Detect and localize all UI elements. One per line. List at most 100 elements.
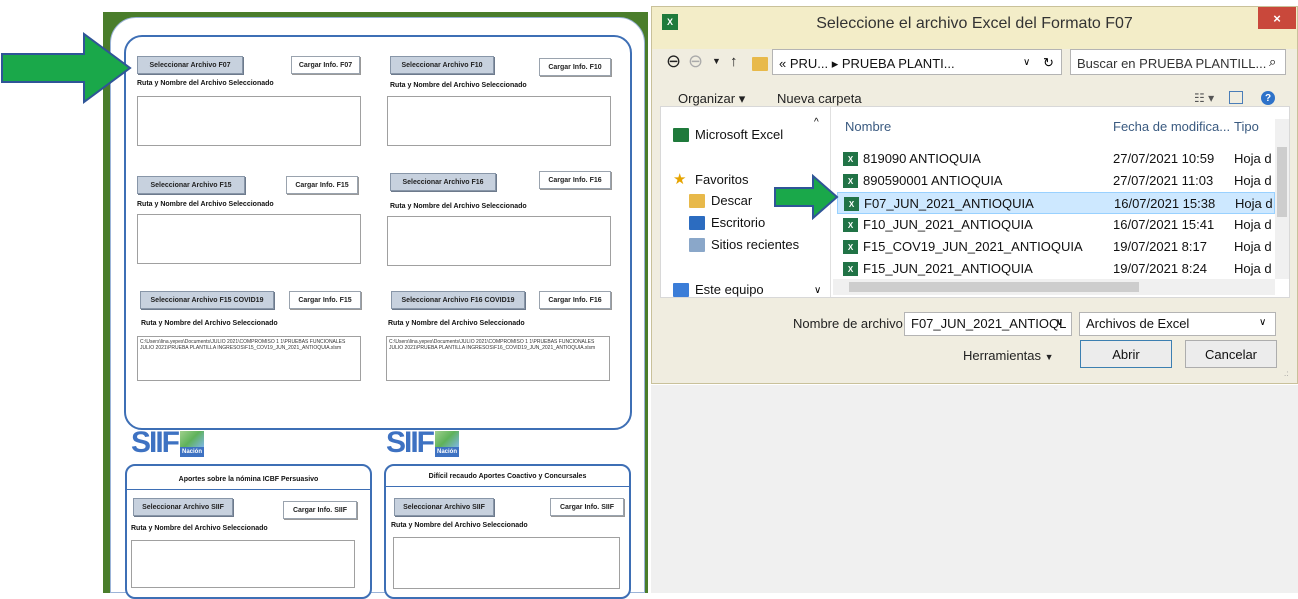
siif-nacion-text: Nación bbox=[180, 447, 205, 457]
load-f16-button[interactable]: Cargar Info. F16 bbox=[539, 171, 611, 189]
path-box-f16-covid: C:\Users\lina.yepes\Documents\JULIO 2021… bbox=[386, 336, 610, 381]
select-f15-button[interactable]: Seleccionar Archivo F15 bbox=[137, 176, 245, 194]
load-siif-icbf-button[interactable]: Cargar Info. SIIF bbox=[283, 501, 357, 519]
tools-label: Herramientas bbox=[963, 348, 1042, 363]
file-date: 19/07/2021 8:17 bbox=[1113, 239, 1207, 254]
file-row[interactable]: X 890590001 ANTIOQUIA 27/07/2021 11:03 Hoja… bbox=[837, 170, 1275, 192]
workspace-background bbox=[651, 385, 1298, 593]
load-f07-button[interactable]: Cargar Info. F07 bbox=[291, 56, 360, 74]
view-options-icon[interactable]: ☷ ▾ bbox=[1194, 91, 1214, 105]
load-siif-coactivo-button[interactable]: Cargar Info. SIIF bbox=[550, 498, 624, 516]
star-icon: ★ bbox=[673, 170, 687, 188]
file-browser: Microsoft Excel ★ Favoritos Descar Escrit… bbox=[660, 106, 1290, 298]
resize-grip-icon[interactable]: .: bbox=[1284, 369, 1288, 378]
coactivo-title-divider bbox=[386, 486, 629, 487]
forward-icon[interactable]: ⊖ bbox=[688, 51, 703, 72]
dialog-title: Seleccione el archivo Excel del Formato … bbox=[816, 15, 1133, 32]
nav-label: Favoritos bbox=[695, 172, 749, 187]
nav-label: Este equipo bbox=[695, 282, 764, 297]
filename-dropdown-icon[interactable]: ∨ bbox=[1056, 317, 1063, 328]
filter-dropdown-icon[interactable]: ∨ bbox=[1259, 317, 1266, 328]
siif-logo-right: SIIF Nación bbox=[386, 426, 460, 459]
siif-emblem-icon: Nación bbox=[180, 431, 205, 457]
vertical-scrollbar[interactable] bbox=[1275, 119, 1289, 279]
search-input[interactable]: Buscar en PRUEBA PLANTILL... bbox=[1077, 56, 1266, 71]
nav-scroll-up-icon[interactable]: ^ bbox=[814, 117, 819, 128]
coactivo-section-title: Difícil recaudo Aportes Coactivo y Concu… bbox=[428, 473, 587, 480]
column-header-name[interactable]: Nombre bbox=[845, 119, 891, 134]
path-label-f10: Ruta y Nombre del Archivo Seleccionado bbox=[390, 82, 527, 89]
file-row-selected[interactable]: X F07_JUN_2021_ANTIOQUIA 16/07/2021 15:38 H… bbox=[837, 192, 1275, 214]
address-dropdown-icon[interactable]: ∨ bbox=[1023, 57, 1030, 68]
select-f10-button[interactable]: Seleccionar Archivo F10 bbox=[390, 56, 494, 74]
address-bar[interactable]: « PRU... ▸ PRUEBA PLANTI... ∨ ↻ bbox=[772, 49, 1062, 75]
close-button[interactable]: × bbox=[1258, 7, 1296, 29]
path-box-f15-covid: C:\Users\lina.yepes\Documents\JULIO 2021… bbox=[137, 336, 361, 381]
history-dropdown-icon[interactable]: ▼ bbox=[712, 56, 721, 66]
siif-emblem-icon: Nación bbox=[435, 431, 460, 457]
computer-icon bbox=[673, 282, 689, 297]
nav-item-sitios-recientes[interactable]: Sitios recientes bbox=[689, 237, 799, 252]
icbf-section-title: Aportes sobre la nómina ICBF Persuasivo bbox=[178, 476, 319, 483]
file-row[interactable]: X F15_COV19_JUN_2021_ANTIOQUIA 19/07/2021 … bbox=[837, 236, 1275, 258]
path-box-f15 bbox=[137, 214, 361, 264]
file-type: Hoja d bbox=[1234, 261, 1272, 276]
file-row[interactable]: X F15_JUN_2021_ANTIOQUIA 19/07/2021 8:24 Ho… bbox=[837, 258, 1275, 280]
select-f16-button[interactable]: Seleccionar Archivo F16 bbox=[390, 173, 496, 191]
filename-label: Nombre de archivo: bbox=[793, 316, 907, 331]
organize-menu[interactable]: Organizar ▾ bbox=[678, 91, 745, 107]
load-f16-covid-button[interactable]: Cargar Info. F16 bbox=[539, 291, 611, 309]
load-f15-covid-button[interactable]: Cargar Info. F15 bbox=[289, 291, 361, 309]
nav-item-descargas[interactable]: Descar bbox=[689, 193, 752, 208]
up-arrow-icon[interactable]: ↑ bbox=[730, 53, 738, 70]
siif-brand-text: SIIF bbox=[386, 426, 435, 459]
column-header-type[interactable]: Tipo bbox=[1234, 119, 1259, 134]
siif-nacion-text: Nación bbox=[435, 447, 460, 457]
select-f15-covid-button[interactable]: Seleccionar Archivo F15 COVID19 bbox=[140, 291, 274, 309]
nav-scroll-down-icon[interactable]: ∨ bbox=[814, 285, 821, 296]
file-name: 819090 ANTIOQUIA bbox=[863, 151, 981, 166]
cancel-button[interactable]: Cancelar bbox=[1185, 340, 1277, 368]
nav-item-microsoft-excel[interactable]: Microsoft Excel bbox=[673, 127, 783, 142]
file-name: F15_JUN_2021_ANTIOQUIA bbox=[863, 261, 1033, 276]
icbf-title-divider bbox=[127, 489, 370, 490]
chevron-down-icon: ▼ bbox=[1044, 352, 1054, 362]
load-f10-button[interactable]: Cargar Info. F10 bbox=[539, 58, 611, 76]
nav-item-este-equipo[interactable]: Este equipo bbox=[673, 282, 764, 297]
excel-macro-file-icon: X bbox=[843, 218, 858, 232]
file-date: 27/07/2021 11:03 bbox=[1113, 173, 1214, 188]
file-row[interactable]: X F10_JUN_2021_ANTIOQUIA 16/07/2021 15:41 H… bbox=[837, 214, 1275, 236]
open-button[interactable]: Abrir bbox=[1080, 340, 1172, 368]
select-f16-covid-button[interactable]: Seleccionar Archivo F16 COVID19 bbox=[391, 291, 525, 309]
siif-logo-left: SIIF Nación bbox=[131, 428, 205, 458]
path-label-coactivo: Ruta y Nombre del Archivo Seleccionado bbox=[391, 522, 528, 529]
nav-item-favoritos[interactable]: ★ Favoritos bbox=[673, 170, 749, 188]
column-header-date[interactable]: Fecha de modifica... bbox=[1113, 119, 1230, 134]
path-label-f07: Ruta y Nombre del Archivo Seleccionado bbox=[137, 80, 274, 87]
search-box[interactable]: Buscar en PRUEBA PLANTILL... ⌕ bbox=[1070, 49, 1286, 75]
new-folder-button[interactable]: Nueva carpeta bbox=[777, 91, 862, 106]
tools-menu[interactable]: Herramientas ▼ bbox=[963, 348, 1054, 363]
path-box-icbf bbox=[131, 540, 355, 588]
path-label-f16-covid: Ruta y Nombre del Archivo Seleccionado bbox=[388, 320, 525, 327]
file-row[interactable]: X 819090 ANTIOQUIA 27/07/2021 10:59 Hoja d bbox=[837, 148, 1275, 170]
help-icon[interactable]: ? bbox=[1261, 91, 1275, 105]
load-f15-button[interactable]: Cargar Info. F15 bbox=[286, 176, 358, 194]
excel-macro-file-icon: X bbox=[843, 262, 858, 276]
file-name: F15_COV19_JUN_2021_ANTIOQUIA bbox=[863, 239, 1083, 254]
select-f07-button[interactable]: Seleccionar Archivo F07 bbox=[137, 56, 243, 74]
select-siif-icbf-button[interactable]: Seleccionar Archivo SIIF bbox=[133, 498, 233, 516]
preview-pane-icon[interactable] bbox=[1229, 91, 1243, 104]
excel-macro-file-icon: X bbox=[844, 197, 859, 211]
nav-item-escritorio[interactable]: Escritorio bbox=[689, 215, 765, 230]
breadcrumb[interactable]: « PRU... ▸ PRUEBA PLANTI... bbox=[779, 56, 955, 72]
refresh-icon[interactable]: ↻ bbox=[1043, 55, 1054, 71]
path-box-f16 bbox=[387, 216, 611, 266]
downloads-icon bbox=[689, 193, 705, 208]
filename-input[interactable]: F07_JUN_2021_ANTIOQL bbox=[904, 312, 1072, 336]
select-siif-coactivo-button[interactable]: Seleccionar Archivo SIIF bbox=[394, 498, 494, 516]
search-icon[interactable]: ⌕ bbox=[1269, 55, 1276, 70]
file-type-filter[interactable]: Archivos de Excel bbox=[1079, 312, 1276, 336]
back-icon[interactable]: ⊖ bbox=[666, 51, 681, 72]
horizontal-scrollbar[interactable] bbox=[833, 279, 1275, 295]
